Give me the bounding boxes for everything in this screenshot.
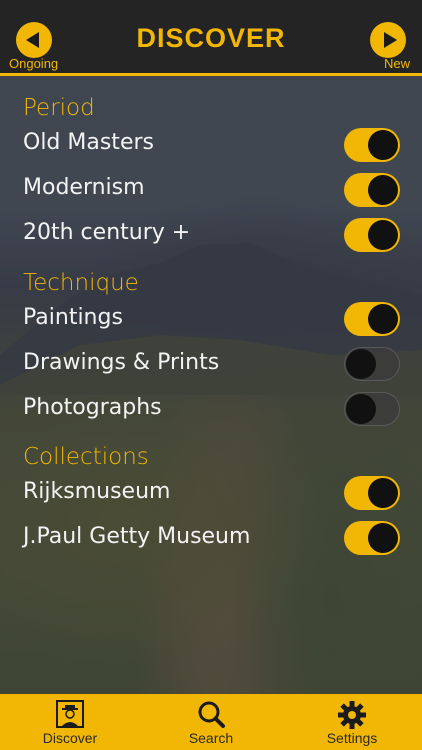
tab-settings[interactable]: Settings [282, 694, 422, 750]
filter-label-modernism: Modernism [23, 175, 145, 200]
new-label[interactable]: New [384, 56, 410, 71]
tab-label-search: Search [188, 730, 234, 746]
toggle-knob [368, 130, 398, 160]
tab-discover[interactable]: Discover [0, 694, 140, 750]
tab-label-discover: Discover [42, 730, 98, 746]
toggle-photographs[interactable] [344, 392, 400, 426]
toggle-drawings-prints[interactable] [344, 347, 400, 381]
filter-label-getty: J.Paul Getty Museum [23, 524, 251, 549]
page-title: DISCOVER [136, 23, 286, 53]
filter-label-paintings: Paintings [23, 305, 123, 330]
filter-label-drawings-prints: Drawings & Prints [23, 350, 220, 375]
new-button[interactable] [370, 22, 406, 58]
toggle-old-masters[interactable] [344, 128, 400, 162]
portrait-icon [56, 700, 84, 728]
toggle-knob [346, 349, 376, 379]
toggle-knob [368, 220, 398, 250]
toggle-getty[interactable] [344, 521, 400, 555]
gear-icon [338, 701, 366, 729]
section-title-period: Period [23, 95, 95, 121]
toggle-knob [368, 523, 398, 553]
toggle-rijksmuseum[interactable] [344, 476, 400, 510]
arrow-right-icon [384, 32, 397, 48]
toggle-knob [368, 175, 398, 205]
tab-bar: Discover Search Settings [0, 694, 422, 750]
tab-search[interactable]: Search [141, 694, 281, 750]
toggle-modernism[interactable] [344, 173, 400, 207]
toggle-knob [368, 304, 398, 334]
toggle-knob [346, 394, 376, 424]
filter-label-old-masters: Old Masters [23, 130, 154, 155]
search-icon [198, 701, 225, 728]
toggle-paintings[interactable] [344, 302, 400, 336]
filter-label-rijksmuseum: Rijksmuseum [23, 479, 171, 504]
section-title-technique: Technique [23, 270, 139, 296]
filter-label-20th-century: 20th century + [23, 220, 191, 245]
toggle-20th-century[interactable] [344, 218, 400, 252]
ongoing-label[interactable]: Ongoing [9, 56, 58, 71]
tab-label-settings: Settings [326, 730, 378, 746]
filter-label-photographs: Photographs [23, 395, 162, 420]
header-bar: Ongoing DISCOVER New [0, 0, 422, 76]
toggle-knob [368, 478, 398, 508]
section-title-collections: Collections [23, 444, 149, 470]
